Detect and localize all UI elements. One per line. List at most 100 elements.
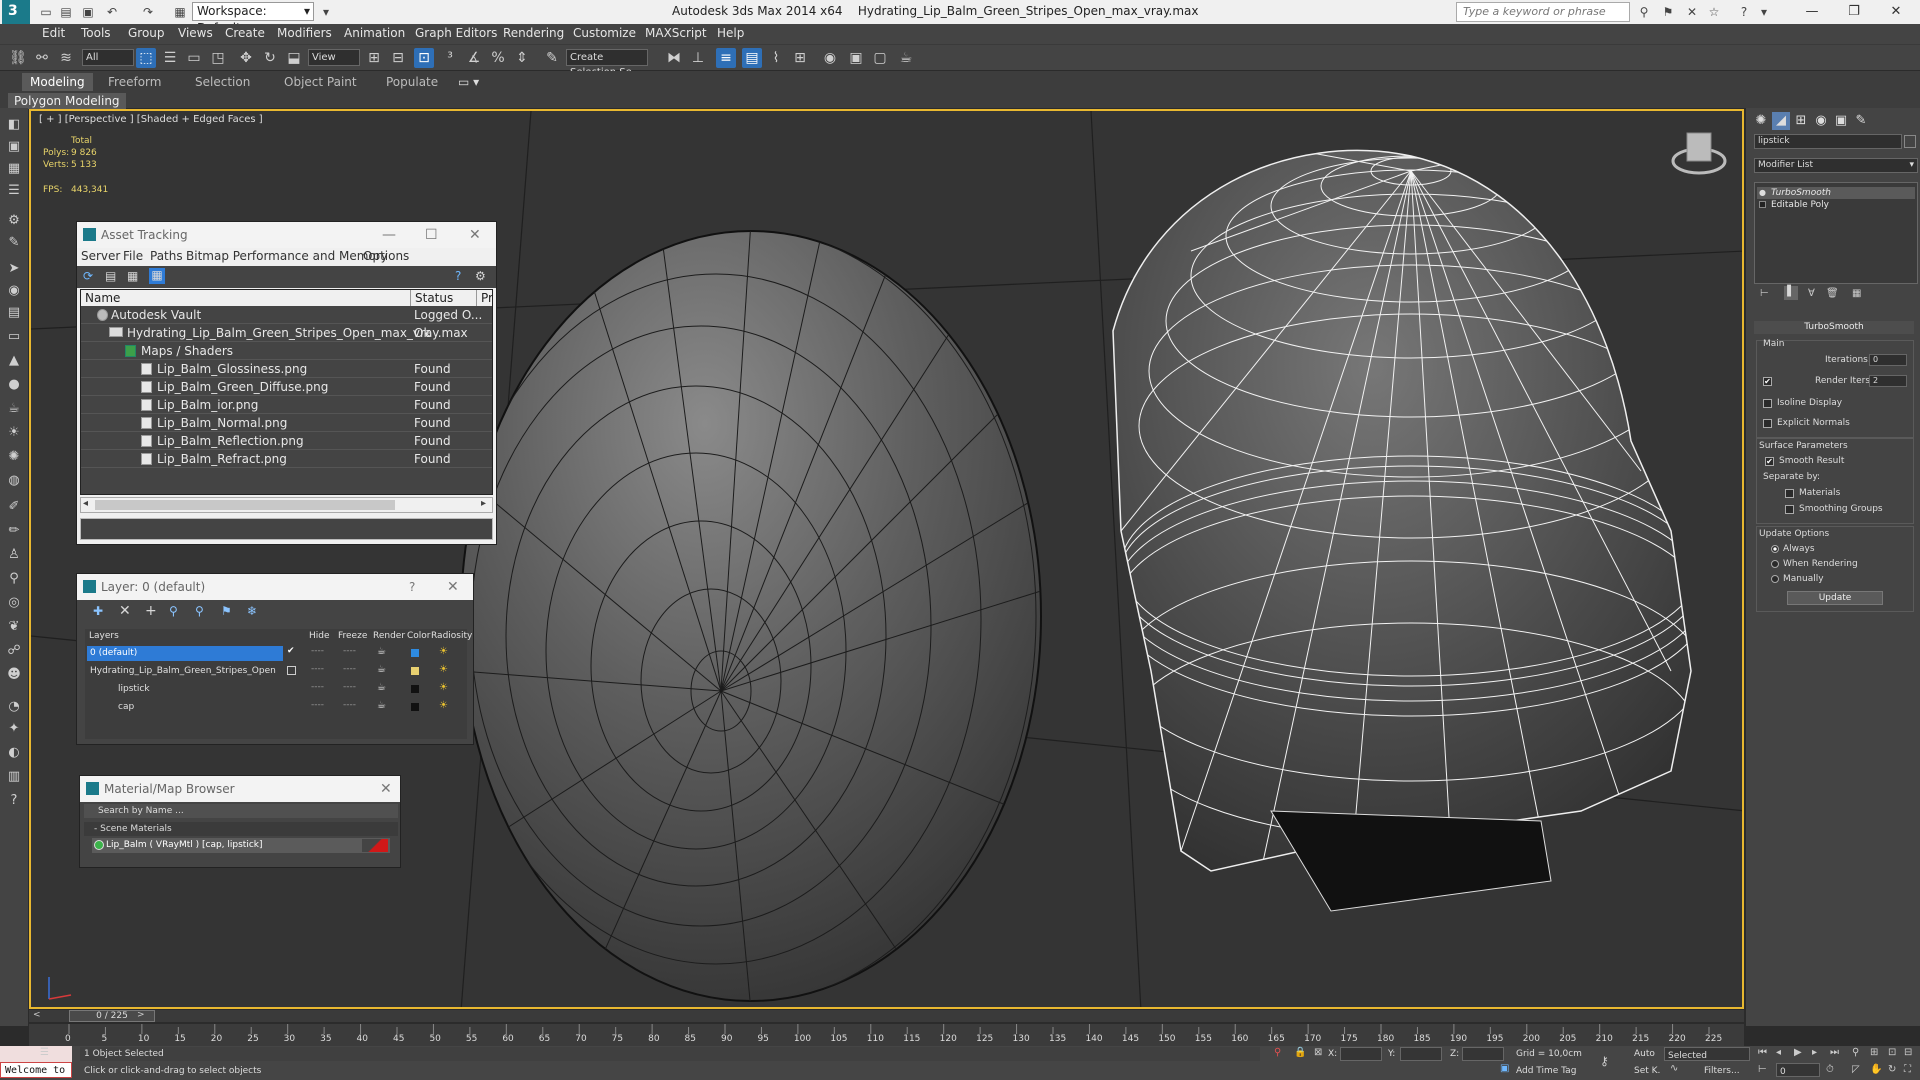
lightbulb-icon[interactable]: ● [1759, 187, 1766, 199]
col-color[interactable]: Color [407, 631, 431, 641]
radiosity-icon[interactable]: ☀ [439, 646, 448, 657]
cone-icon[interactable]: ▲ [5, 352, 23, 370]
hide-toggle[interactable]: ---- [311, 646, 324, 656]
clock-icon[interactable]: ◔ [5, 698, 23, 716]
link-icon[interactable]: ⛓ [8, 48, 28, 68]
next-frame-button-icon[interactable]: ▸ [1812, 1047, 1817, 1058]
sphere-icon[interactable]: ● [5, 376, 23, 394]
explicit-normals-checkbox[interactable] [1763, 419, 1772, 428]
stack-item-editable-poly[interactable]: Editable Poly [1757, 199, 1915, 211]
help-search-input[interactable]: Type a keyword or phrase [1456, 2, 1630, 22]
minimize-icon[interactable]: — [382, 222, 396, 248]
app-logo-icon[interactable]: 3 [2, 0, 30, 24]
bind-space-warp-icon[interactable]: ≋ [56, 48, 76, 68]
open-file-icon[interactable]: ▤ [58, 4, 74, 20]
render-teapot-icon[interactable]: ☕ [377, 700, 386, 711]
render-production-icon[interactable]: ☕ [896, 48, 916, 68]
help-icon[interactable]: ? [1736, 4, 1752, 20]
x-coordinate-field[interactable] [1340, 1047, 1382, 1061]
grid-icon[interactable]: ▦ [5, 160, 23, 178]
col-radiosity[interactable]: Radiosity [431, 631, 472, 641]
brush-icon[interactable]: ✏ [5, 522, 23, 540]
material-search-input[interactable]: Search by Name ... [84, 804, 398, 818]
help-circle-icon[interactable]: ? [5, 792, 23, 810]
motion-tab-icon[interactable]: ◉ [1812, 112, 1830, 130]
at-menu-server[interactable]: Server [81, 249, 120, 263]
col-name-header[interactable]: Name [81, 290, 411, 306]
settings-icon[interactable]: ⚙ [475, 269, 486, 283]
create-tab-icon[interactable]: ✺ [1752, 112, 1770, 130]
menu-customize[interactable]: Customize [573, 26, 636, 40]
go-to-end-icon[interactable]: ⏭ [1830, 1047, 1839, 1058]
expand-box-icon[interactable] [1759, 201, 1766, 208]
spinner-snap-icon[interactable]: ⇕ [512, 48, 532, 68]
project-folder-icon[interactable]: ▦ [172, 4, 188, 20]
table-view-icon[interactable]: ▦ [127, 269, 138, 283]
hierarchy-tab-icon[interactable]: ⊞ [1792, 112, 1810, 130]
paint-icon[interactable]: ✐ [5, 498, 23, 516]
previous-frame-icon[interactable]: ◂ [1776, 1047, 1781, 1058]
layer-row[interactable]: cap ---- ---- ☕ ☀ [85, 699, 467, 716]
radiosity-icon[interactable]: ☀ [439, 682, 448, 693]
reference-coordinate-dropdown[interactable]: View [308, 49, 360, 66]
at-menu-file[interactable]: File [123, 249, 143, 263]
material-item[interactable]: Lip_Balm ( VRayMtl ) [cap, lipstick] [92, 838, 390, 853]
walker-icon[interactable]: ☍ [5, 642, 23, 660]
help-icon[interactable]: ? [455, 269, 461, 283]
curve-editor-icon[interactable]: ⌇ [766, 48, 786, 68]
close-icon[interactable]: ✕ [469, 222, 481, 248]
select-scale-icon[interactable]: ⬓ [284, 48, 304, 68]
horizontal-scrollbar[interactable]: ◂ ▸ [80, 497, 493, 513]
hide-all-icon[interactable]: ⚑ [221, 604, 232, 618]
edit-poly-icon[interactable]: ▣ [5, 138, 23, 156]
menu-group[interactable]: Group [128, 26, 165, 40]
mirror-icon[interactable]: ⧓ [664, 48, 684, 68]
graphite-ribbon-icon[interactable]: ▤ [742, 48, 762, 68]
scroll-thumb[interactable] [95, 500, 395, 510]
save-file-icon[interactable]: ▣ [80, 4, 96, 20]
radiosity-icon[interactable]: ☀ [439, 664, 448, 675]
object-color-swatch[interactable] [1904, 135, 1916, 148]
col-render[interactable]: Render [373, 631, 405, 641]
layer-color-swatch[interactable] [411, 649, 419, 657]
crowd-icon[interactable]: ☻ [5, 666, 23, 684]
key-mode-icon[interactable]: ⊢ [1758, 1064, 1767, 1075]
field-of-view-icon[interactable]: ◸ [1852, 1064, 1860, 1075]
material-editor-icon[interactable]: ◉ [820, 48, 840, 68]
table-row[interactable]: Lip_Balm_Glossiness.png Found [81, 360, 492, 378]
light-icon[interactable]: ☀ [5, 424, 23, 442]
curve-key-icon[interactable]: ∿ [1670, 1063, 1678, 1074]
asset-tracking-titlebar[interactable]: Asset Tracking — ☐ ✕ [77, 222, 496, 248]
menu-help[interactable]: Help [717, 26, 744, 40]
time-config-icon[interactable]: ⏱ [1826, 1064, 1834, 1075]
viewport-label[interactable]: [ + ] [Perspective ] [Shaded + Edged Fac… [39, 114, 263, 125]
keyboard-shortcut-override-icon[interactable]: ⊡ [414, 48, 434, 68]
layer-color-swatch[interactable] [411, 667, 419, 675]
maxscript-mini-listener[interactable]: Welcome to [0, 1062, 72, 1078]
col-layers[interactable]: Layers [89, 631, 119, 641]
maxscript-listener-top[interactable] [0, 1046, 72, 1062]
absolute-mode-icon[interactable]: ⊠ [1314, 1047, 1322, 1058]
rectangular-selection-icon[interactable]: ▭ [184, 48, 204, 68]
track-bar[interactable]: 0 5 10 15 20 25 30 35 40 45 50 55 60 65 70 75 80 85 90 95 10… [29, 1024, 1744, 1046]
freeze-toggle[interactable]: ---- [343, 646, 356, 656]
prev-frame-icon[interactable]: < [33, 1010, 41, 1020]
table-row[interactable]: Lip_Balm_Green_Diffuse.png Found [81, 378, 492, 396]
time-tag-icon[interactable]: ▣ [1500, 1063, 1509, 1074]
tool-icon[interactable]: ⚙ [5, 212, 23, 230]
menu-create[interactable]: Create [225, 26, 265, 40]
go-to-start-icon[interactable]: ⏮ [1758, 1047, 1767, 1058]
y-coordinate-field[interactable] [1400, 1047, 1442, 1061]
current-frame-field[interactable]: 0 [1776, 1063, 1820, 1077]
ribbon-options-icon[interactable]: ▭ ▾ [458, 73, 479, 91]
named-selection-dropdown[interactable]: Create Selection Se [566, 49, 648, 78]
table-row[interactable]: Lip_Balm_Reflection.png Found [81, 432, 492, 450]
turbosmooth-rollout-header[interactable]: TurboSmooth [1754, 321, 1914, 334]
viewport-icon[interactable]: ◧ [5, 116, 23, 134]
leaf-icon[interactable]: ❦ [5, 618, 23, 636]
scroll-left-icon[interactable]: ◂ [83, 498, 88, 509]
show-end-result-icon[interactable]: ▌ [1784, 286, 1798, 300]
modify-tab-icon[interactable]: ◢ [1772, 112, 1790, 130]
snaps-toggle-icon[interactable]: ³ [440, 48, 460, 68]
select-in-layer-icon[interactable]: ⚲ [169, 604, 178, 618]
